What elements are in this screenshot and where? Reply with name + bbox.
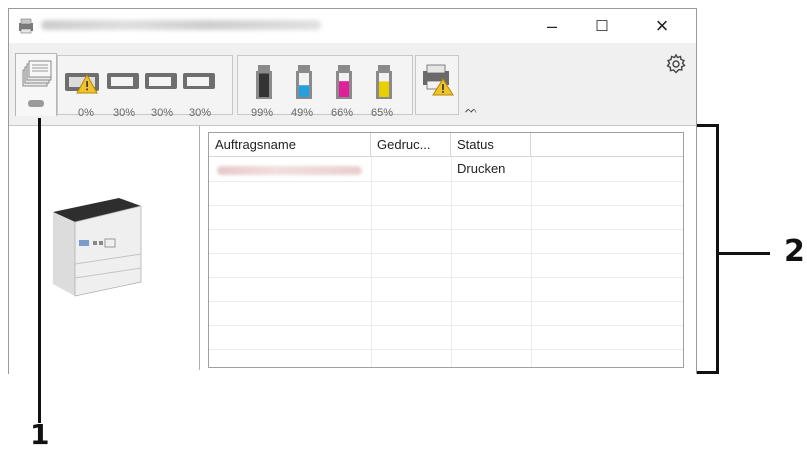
job-table: Auftragsname Gedruc... Status Drucken — [208, 132, 684, 368]
row-separator — [209, 253, 683, 254]
toner-magenta-icon[interactable] — [333, 63, 355, 101]
callout-2-bracket — [697, 124, 719, 374]
callout-2-label: 2 — [784, 234, 805, 269]
tray-2-icon[interactable] — [105, 69, 141, 98]
toner-cyan-icon[interactable] — [293, 63, 315, 101]
minimize-button[interactable]: – — [529, 9, 575, 43]
callout-2-line — [718, 252, 770, 255]
callout-1-label: 1 — [30, 418, 50, 451]
column-separator — [451, 157, 452, 367]
row-separator — [209, 229, 683, 230]
job-status: Drucken — [457, 161, 506, 176]
toner-black-icon[interactable] — [253, 63, 275, 101]
tray-4-level: 30% — [188, 107, 212, 119]
tray-2-level: 30% — [112, 107, 136, 119]
job-name-blurred — [217, 166, 362, 175]
window-title-blurred — [41, 20, 321, 30]
row-separator — [209, 349, 683, 350]
row-separator — [209, 301, 683, 302]
callout-1-line — [38, 118, 41, 423]
row-separator — [209, 181, 683, 182]
content-area: Auftragsname Gedruc... Status Drucken — [9, 125, 696, 374]
column-separator — [531, 157, 532, 367]
printer-image — [53, 198, 142, 297]
table-row[interactable]: Drucken — [209, 157, 683, 181]
column-separator — [371, 157, 372, 367]
toner-cyan-level: 49% — [290, 107, 314, 119]
status-monitor-window: – ☐ × 0% 30% 30% 30% 99% 49% 66% 65% ᨓ A… — [8, 8, 697, 374]
collapse-toolbar-button[interactable]: ᨓ — [465, 103, 478, 117]
close-button[interactable]: × — [639, 9, 685, 43]
toner-cyan-fill — [299, 85, 309, 97]
tray-4-icon[interactable] — [181, 69, 217, 98]
title-bar: – ☐ × — [9, 9, 696, 43]
status-toolbar: 0% 30% 30% 30% 99% 49% 66% 65% ᨓ — [9, 43, 696, 129]
tray-1-icon[interactable] — [63, 69, 103, 102]
printer-app-icon — [19, 18, 33, 34]
toner-yellow-icon[interactable] — [373, 63, 395, 101]
tray-tab[interactable] — [15, 53, 57, 116]
toner-magenta-fill — [339, 81, 349, 97]
toner-black-level: 99% — [250, 107, 274, 119]
column-header-status[interactable]: Status — [451, 133, 531, 157]
column-header-printed[interactable]: Gedruc... — [371, 133, 451, 157]
pane-divider[interactable] — [199, 126, 200, 370]
column-header-filler — [531, 133, 683, 157]
maximize-button[interactable]: ☐ — [579, 9, 625, 43]
device-warning-icon[interactable] — [419, 61, 455, 102]
tray-3-icon[interactable] — [143, 69, 179, 98]
tray-1-level: 0% — [78, 107, 94, 119]
toner-yellow-fill — [379, 81, 389, 97]
paper-stack-icon — [22, 60, 52, 87]
column-header-job-name[interactable]: Auftragsname — [209, 133, 371, 157]
toner-magenta-level: 66% — [330, 107, 354, 119]
row-separator — [209, 277, 683, 278]
tray-indicator — [28, 100, 44, 107]
toner-black-fill — [259, 73, 269, 97]
row-separator — [209, 205, 683, 206]
settings-gear-icon[interactable] — [665, 53, 687, 75]
row-separator — [209, 325, 683, 326]
toner-yellow-level: 65% — [370, 107, 394, 119]
tray-3-level: 30% — [150, 107, 174, 119]
